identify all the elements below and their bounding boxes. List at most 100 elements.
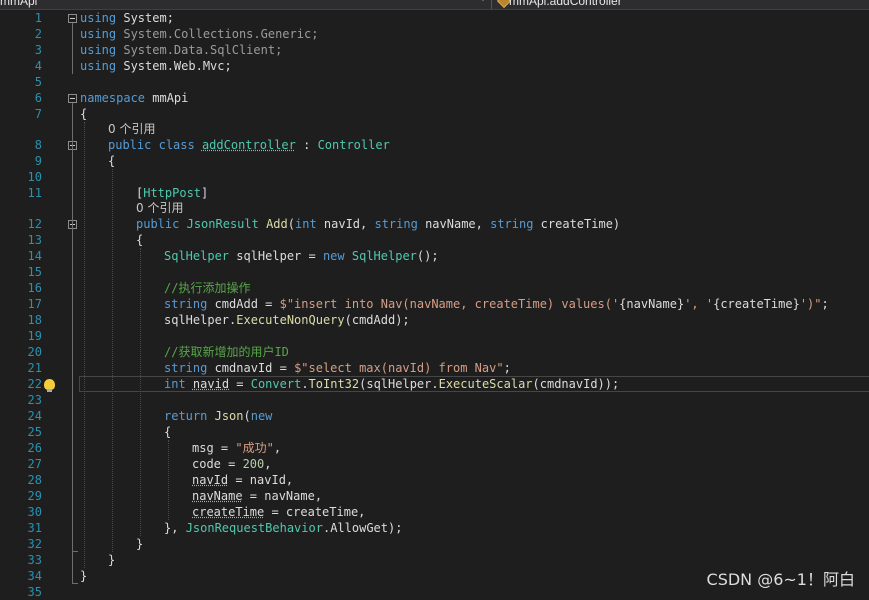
code-text: : [295, 138, 318, 152]
line-number: 6 [34, 91, 42, 105]
class-dropdown[interactable]: mmApi.addController [497, 0, 622, 9]
keyword: using [80, 59, 117, 73]
codelens-references[interactable]: 0 个引用 [136, 201, 183, 215]
code-line[interactable]: } [80, 568, 87, 584]
string-literal: $"select max(navId) from Nav" [294, 361, 504, 375]
keyword: string [164, 297, 208, 311]
code-line[interactable]: public JsonResult Add(int navId, string … [136, 216, 620, 232]
string-literal: "成功" [235, 441, 274, 455]
keyword: new [322, 249, 345, 263]
code-line[interactable]: sqlHelper.ExecuteNonQuery(cmdAdd); [164, 312, 410, 328]
class-dropdown-label: mmApi.addController [509, 0, 622, 8]
line-number: 29 [27, 489, 42, 503]
code-line[interactable]: } [108, 552, 115, 568]
method-name: ToInt32 [308, 377, 360, 391]
code-line[interactable]: navName = navName, [192, 488, 322, 504]
line-number: 22 [27, 377, 42, 391]
code-line[interactable]: int navid = Convert.ToInt32(sqlHelper.Ex… [164, 376, 619, 392]
type-name: JsonRequestBehavior [185, 521, 323, 535]
line-number: 2 [34, 27, 42, 41]
line-number: 16 [27, 281, 42, 295]
collapse-icon[interactable] [68, 14, 77, 23]
code-text: ] [201, 186, 209, 200]
code-text: cmdAdd = [207, 297, 280, 311]
keyword: using [80, 27, 117, 41]
outline-line [72, 551, 78, 552]
code-text: }, [164, 521, 186, 535]
code-text: cmdnavId = [207, 361, 295, 375]
code-text: . [301, 377, 309, 391]
type-name: HttpPost [143, 186, 202, 200]
line-number: 10 [27, 170, 42, 184]
code-text: System.Data.SqlClient; [116, 43, 283, 57]
code-comment[interactable]: //执行添加操作 [164, 280, 250, 296]
code-line[interactable]: using System; [80, 10, 174, 26]
code-text: msg = [192, 441, 236, 455]
code-text: mmApi [145, 91, 189, 105]
chevron-down-icon[interactable]: ▾ [480, 0, 486, 5]
line-number: 18 [27, 313, 42, 327]
code-text: ; [503, 361, 511, 375]
line-number: 28 [27, 473, 42, 487]
collapse-icon[interactable] [68, 94, 77, 103]
code-text: .AllowGet); [322, 521, 403, 535]
code-line[interactable]: using System.Collections.Generic; [80, 26, 318, 42]
code-editor[interactable]: 1 2 3 4 5 6 7 8 9 10 11 12 13 14 15 16 1… [0, 10, 869, 599]
number-literal: 200 [242, 457, 265, 471]
code-text: , [264, 457, 272, 471]
outline-line [72, 583, 78, 584]
line-number: 33 [27, 553, 42, 567]
code-line[interactable]: { [108, 153, 115, 169]
code-line[interactable]: using System.Web.Mvc; [80, 58, 232, 74]
code-text: (cmdnavId)); [532, 377, 620, 391]
code-line[interactable]: { [164, 424, 171, 440]
line-number: 5 [34, 75, 42, 89]
code-line[interactable]: { [80, 106, 87, 122]
keyword: return [164, 409, 208, 423]
line-number: 31 [27, 521, 42, 535]
code-line[interactable]: return Json(new [164, 408, 272, 424]
code-line[interactable]: msg = "成功", [192, 440, 281, 456]
lightbulb-icon[interactable] [44, 379, 55, 392]
string-literal: ', ' [684, 297, 714, 311]
code-line[interactable]: string cmdnavId = $"select max(navId) fr… [164, 360, 511, 376]
code-line[interactable]: { [136, 232, 143, 248]
type-name: Convert [250, 377, 302, 391]
code-line[interactable]: SqlHelper sqlHelper = new SqlHelper(); [164, 248, 439, 264]
project-dropdown[interactable]: mmApi [0, 0, 37, 9]
line-number: 26 [27, 441, 42, 455]
navigation-bar: mmApi ▾ mmApi.addController [0, 0, 869, 10]
keyword: class [158, 138, 195, 152]
variable: navName [192, 489, 243, 503]
code-line[interactable]: using System.Data.SqlClient; [80, 42, 282, 58]
code-line[interactable]: createTime = createTime, [192, 504, 365, 520]
line-number: 8 [34, 138, 42, 152]
code-line[interactable]: code = 200, [192, 456, 272, 472]
code-line[interactable]: namespace mmApi [80, 90, 188, 106]
code-line[interactable]: } [136, 536, 143, 552]
code-text: (sqlHelper. [359, 377, 439, 391]
code-line[interactable]: public class addController : Controller [108, 137, 390, 153]
keyword: public [136, 217, 180, 231]
line-number: 34 [27, 569, 42, 583]
code-line[interactable]: }, JsonRequestBehavior.AllowGet); [164, 520, 402, 536]
keyword: using [80, 43, 117, 57]
code-line[interactable]: navId = navId, [192, 472, 293, 488]
code-text: createTime) [533, 217, 621, 231]
method-name: Add [266, 217, 288, 231]
indent-guide [140, 248, 141, 536]
type-name: Controller [317, 138, 390, 152]
interpolation: {createTime} [713, 297, 800, 311]
line-number: 25 [27, 425, 42, 439]
code-comment[interactable]: //获取新增加的用户ID [164, 344, 289, 360]
line-number: 14 [27, 249, 42, 263]
codelens-references[interactable]: 0 个引用 [108, 122, 155, 136]
code-line[interactable]: [HttpPost] [136, 185, 208, 201]
code-line[interactable]: string cmdAdd = $"insert into Nav(navNam… [164, 296, 829, 312]
code-text: sqlHelper. [164, 313, 237, 327]
indent-guide [112, 169, 113, 552]
